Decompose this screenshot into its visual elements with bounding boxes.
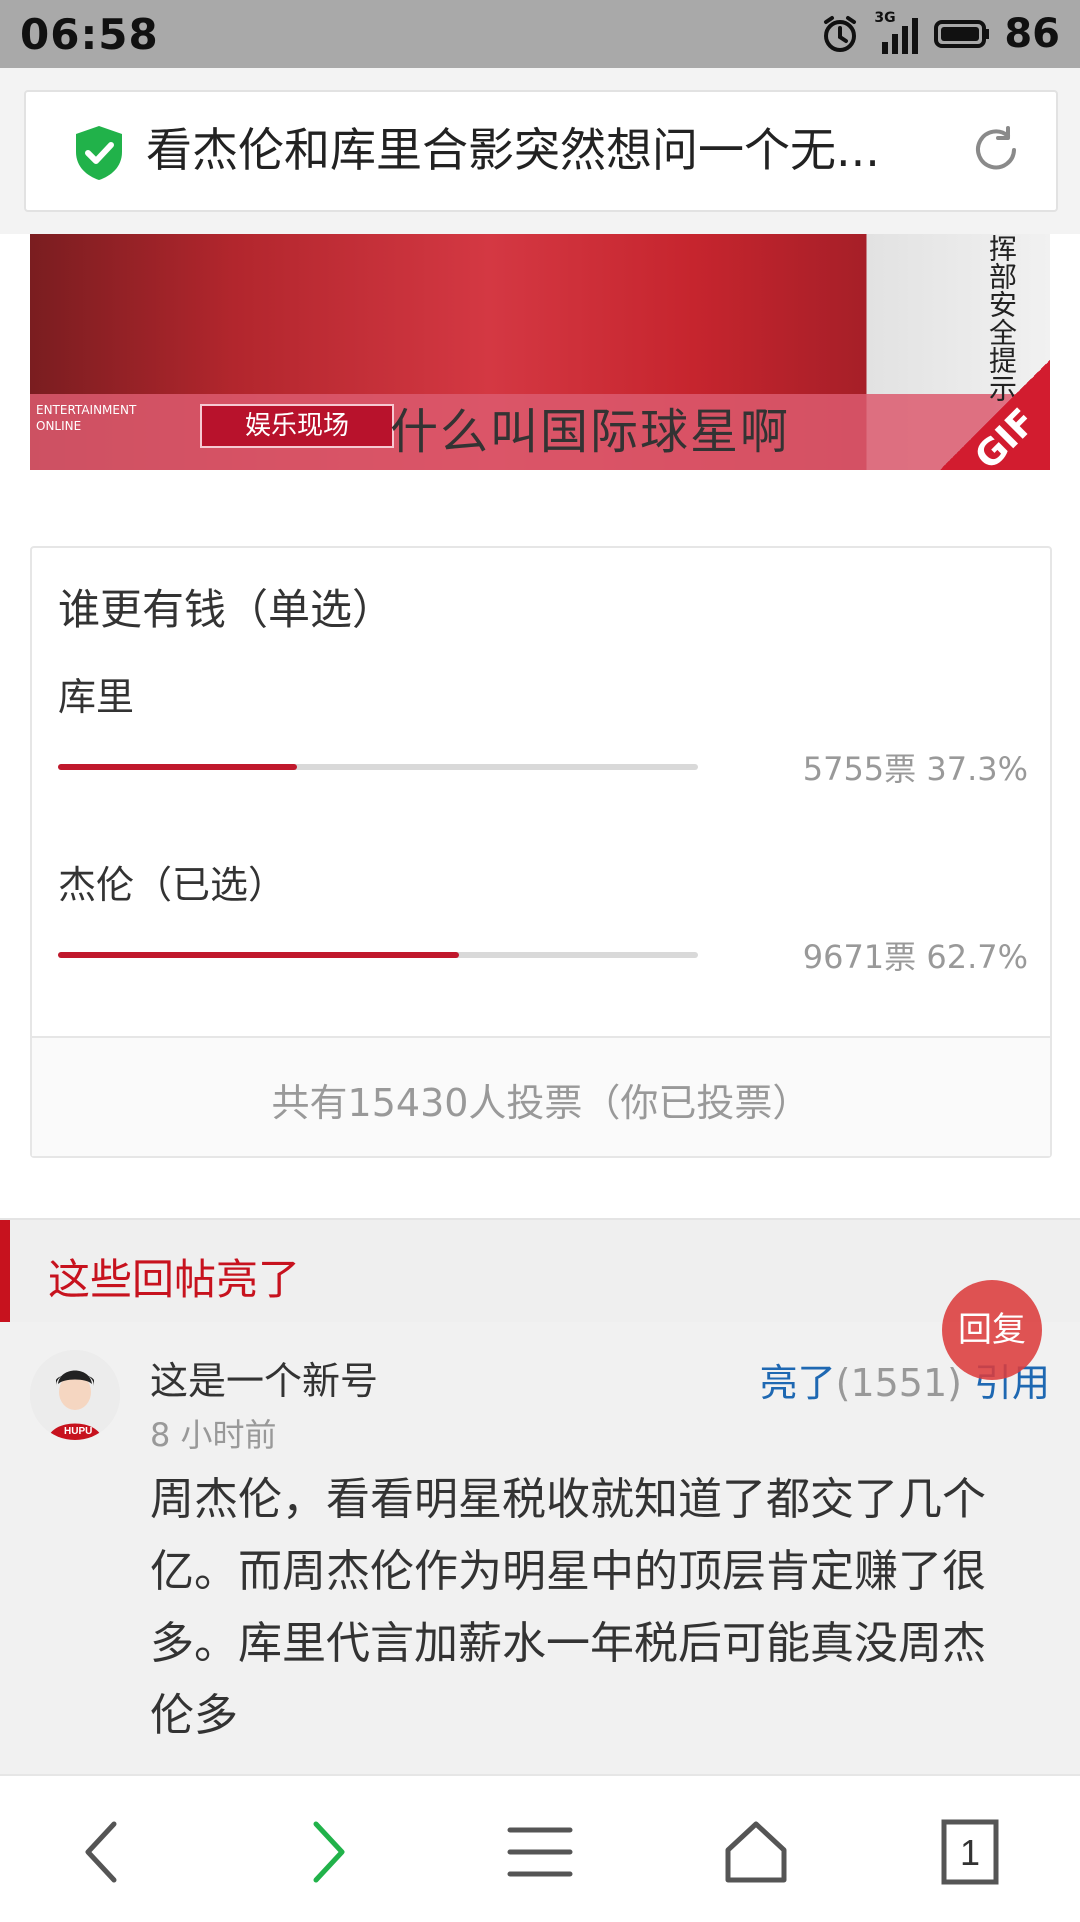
poll-progress-fill bbox=[58, 764, 297, 770]
poll-option-jay[interactable]: 杰伦（已选） 9671票 62.7% bbox=[58, 854, 1028, 1004]
poll-summary: 共有15430人投票（你已投票） bbox=[32, 1036, 1050, 1156]
refresh-icon[interactable] bbox=[966, 120, 1026, 180]
poll-votes: 9671票 bbox=[802, 938, 917, 976]
gif-badge: GIF bbox=[940, 360, 1050, 470]
poll-option-label: 杰伦（已选） bbox=[58, 863, 287, 907]
url-bar[interactable]: 看杰伦和库里合影突然想问一个无... bbox=[24, 90, 1058, 212]
media-channel-label: ENTERTAINMENT ONLINE bbox=[36, 402, 136, 434]
poll-votes: 5755票 bbox=[802, 750, 917, 788]
back-arrow-icon[interactable] bbox=[64, 1812, 144, 1892]
poll-progress-fill bbox=[58, 952, 460, 958]
menu-icon[interactable] bbox=[500, 1812, 580, 1892]
status-bar: 06:58 3G 86 bbox=[0, 0, 1080, 68]
tabs-count: 1 bbox=[959, 1832, 981, 1873]
url-bar-container: 看杰伦和库里合影突然想问一个无... bbox=[0, 68, 1080, 234]
poll-option-stats: 9671票 62.7% bbox=[803, 932, 1028, 978]
poll-option-curry[interactable]: 库里 5755票 37.3% bbox=[58, 666, 1028, 816]
home-icon[interactable] bbox=[716, 1812, 796, 1892]
battery-icon bbox=[934, 20, 990, 48]
forward-arrow-icon[interactable] bbox=[286, 1812, 366, 1892]
comment-item: HUPU 这是一个新号 8 小时前 亮了(1551) 引用 周杰伦，看看明星税收… bbox=[0, 1322, 1080, 1774]
comment-time: 8 小时前 bbox=[150, 1416, 277, 1454]
section-title: 这些回帖亮了 bbox=[48, 1255, 301, 1304]
poll-percent: 37.3% bbox=[926, 750, 1028, 788]
avatar-icon[interactable]: HUPU bbox=[30, 1350, 120, 1440]
light-button[interactable]: 亮了(1551) bbox=[760, 1352, 962, 1407]
media-caption: 什么叫国际球星啊 bbox=[390, 404, 791, 460]
poll-progress-track bbox=[58, 764, 698, 770]
reply-button[interactable]: 回复 bbox=[942, 1280, 1042, 1380]
tabs-button[interactable]: 1 bbox=[930, 1812, 1010, 1892]
gif-image[interactable]: ENTERTAINMENT ONLINE 娱乐现场 什么叫国际球星啊 挥部安全提… bbox=[30, 234, 1050, 470]
battery-level: 86 bbox=[1004, 11, 1060, 57]
comment-body: 周杰伦，看看明星税收就知道了都交了几个亿。而周杰伦作为明星中的顶层肯定赚了很多。… bbox=[150, 1474, 986, 1741]
svg-text:HUPU: HUPU bbox=[64, 1426, 92, 1437]
poll-percent: 62.7% bbox=[926, 938, 1028, 976]
content[interactable]: ENTERTAINMENT ONLINE 娱乐现场 什么叫国际球星啊 挥部安全提… bbox=[0, 234, 1080, 1774]
section-accent-bar bbox=[0, 1220, 10, 1322]
poll-progress-track bbox=[58, 952, 698, 958]
status-time: 06:58 bbox=[20, 10, 159, 59]
page-title[interactable]: 看杰伦和库里合影突然想问一个无... bbox=[146, 120, 906, 180]
poll-summary-text: 共有15430人投票（你已投票） bbox=[271, 1081, 811, 1125]
poll-card: 谁更有钱（单选） 库里 5755票 37.3% 杰伦（已选） 9671票 62.… bbox=[30, 546, 1052, 1158]
poll-title: 谁更有钱（单选） bbox=[58, 585, 395, 634]
signal-icon: 3G bbox=[874, 10, 920, 56]
bottom-nav: 1 bbox=[0, 1774, 1080, 1922]
shield-check-icon bbox=[76, 126, 122, 180]
label-line-1: ENTERTAINMENT bbox=[36, 403, 137, 417]
gif-label: GIF bbox=[967, 401, 1045, 470]
light-count: (1551) bbox=[835, 1361, 962, 1405]
label-line-2: ONLINE bbox=[36, 419, 82, 433]
show-badge: 娱乐现场 bbox=[200, 404, 394, 448]
light-label[interactable]: 亮了 bbox=[760, 1361, 836, 1405]
comment-username[interactable]: 这是一个新号 bbox=[150, 1350, 378, 1405]
poll-option-label: 库里 bbox=[58, 675, 135, 719]
highlighted-replies-header: 这些回帖亮了 bbox=[0, 1218, 1080, 1324]
poll-option-stats: 5755票 37.3% bbox=[803, 744, 1028, 790]
status-icons: 3G 86 bbox=[820, 10, 1060, 58]
alarm-icon bbox=[824, 16, 857, 52]
